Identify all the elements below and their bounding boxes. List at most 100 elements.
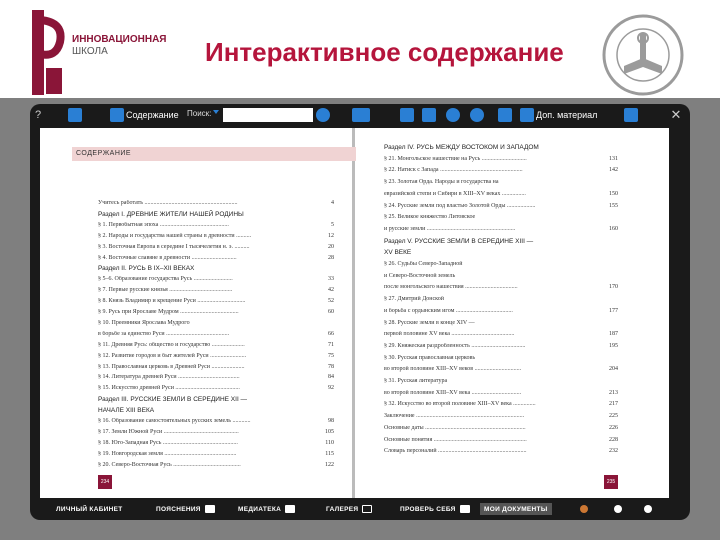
left-toc-line[interactable]: Раздел III. РУССКИЕ ЗЕМЛИ В СЕРЕДИНЕ XII… bbox=[98, 396, 318, 403]
right-toc-line[interactable]: § 23. Золотая Орда. Народы и государства… bbox=[384, 179, 602, 185]
right-toc-line[interactable]: и борьба с ордынским игом ..............… bbox=[384, 308, 602, 314]
search-dropdown-icon[interactable] bbox=[213, 110, 219, 114]
left-toc-page-number: 105 bbox=[325, 428, 334, 435]
left-toc-line[interactable]: § 4. Восточные славяне в древности .....… bbox=[98, 255, 318, 261]
right-toc-page-number: 217 bbox=[609, 401, 618, 408]
left-toc-page-number: 42 bbox=[328, 287, 334, 294]
right-toc-line[interactable]: евразийской степи и Сибири в XIII–XV век… bbox=[384, 191, 602, 197]
back-arrow-icon[interactable] bbox=[68, 108, 82, 122]
right-toc-line[interactable]: Раздел IV. РУСЬ МЕЖДУ ВОСТОКОМ И ЗАПАДОМ bbox=[384, 144, 602, 151]
left-toc-page-number: 28 bbox=[328, 254, 334, 261]
left-toc-line[interactable]: § 11. Древняя Русь: общество и государст… bbox=[98, 342, 318, 348]
right-toc-line[interactable]: Словарь персоналий .....................… bbox=[384, 448, 602, 454]
contents-icon[interactable] bbox=[110, 108, 124, 122]
right-toc-page-number: 142 bbox=[609, 167, 618, 174]
left-toc-line[interactable]: § 16. Образование самостоятельных русски… bbox=[98, 418, 318, 424]
right-toc-line[interactable]: § 29. Княжеская раздробленность ........… bbox=[384, 343, 602, 349]
right-toc-line[interactable]: § 28. Русские земли в конце XIV — bbox=[384, 320, 602, 326]
toc-title: СОДЕРЖАНИЕ bbox=[76, 150, 132, 157]
right-toc-line[interactable]: после монгольского нашествия ...........… bbox=[384, 284, 602, 290]
left-toc-line[interactable]: § 13. Православная церковь в Древней Рус… bbox=[98, 364, 318, 370]
left-toc-line[interactable]: § 20. Северо-Восточная Русь ............… bbox=[98, 462, 318, 468]
right-toc-page-number: 177 bbox=[609, 307, 618, 314]
right-toc-line[interactable]: § 30. Русская православная церковь bbox=[384, 355, 602, 361]
fullscreen-icon[interactable] bbox=[498, 108, 512, 122]
left-toc-line[interactable]: § 15. Искусство древней Руси ...........… bbox=[98, 385, 318, 391]
left-toc-line[interactable]: § 1. Первобытная эпоха .................… bbox=[98, 222, 318, 228]
bookmarks-icon[interactable] bbox=[352, 108, 370, 122]
right-toc-line[interactable]: Заключение .............................… bbox=[384, 413, 602, 419]
right-toc-line[interactable]: XV ВЕКЕ bbox=[384, 249, 602, 256]
right-toc-line[interactable]: § 31. Русская литература bbox=[384, 378, 602, 384]
personal-cabinet-button[interactable]: ЛИЧНЫЙ КАБИНЕТ bbox=[56, 503, 123, 515]
help-button[interactable]: ? bbox=[32, 107, 44, 123]
right-toc-line[interactable]: § 27. Дмитрий Донской bbox=[384, 296, 602, 302]
forward-arrow-icon[interactable] bbox=[624, 108, 638, 122]
right-toc-page-number: 225 bbox=[609, 413, 618, 420]
right-toc-page-number: 195 bbox=[609, 342, 618, 349]
right-toc-line[interactable]: Основные понятия .......................… bbox=[384, 437, 602, 443]
left-toc-line[interactable]: Раздел I. ДРЕВНИЕ ЖИТЕЛИ НАШЕЙ РОДИНЫ bbox=[98, 211, 318, 218]
left-toc-line[interactable]: Учитесь работать .......................… bbox=[98, 200, 318, 206]
right-toc-line[interactable]: во второй половине XIII–XV века ........… bbox=[384, 390, 602, 396]
left-toc-line[interactable]: НАЧАЛЕ XIII ВЕКА bbox=[98, 407, 318, 414]
brand-name: ИННОВАЦИОННАЯ ШКОЛА bbox=[72, 34, 166, 58]
right-toc-page-number: 150 bbox=[609, 190, 618, 197]
left-toc-page-number: 60 bbox=[328, 309, 334, 315]
gallery-icon bbox=[362, 505, 373, 513]
left-toc-line[interactable]: § 19. Новгородская земля ...............… bbox=[98, 451, 318, 457]
search-input[interactable] bbox=[223, 108, 313, 122]
zoom-in-icon[interactable] bbox=[446, 108, 460, 122]
contents-button[interactable]: Содержание bbox=[126, 107, 179, 123]
left-toc-page-number: 52 bbox=[328, 298, 334, 305]
close-icon[interactable]: ✕ bbox=[668, 107, 684, 123]
right-toc-page-number: 131 bbox=[609, 155, 618, 162]
extra-material-button[interactable]: Доп. материал bbox=[536, 107, 606, 123]
right-toc-line[interactable]: Раздел V. РУССКИЕ ЗЕМЛИ В СЕРЕДИНЕ XIII … bbox=[384, 238, 602, 245]
check-yourself-button[interactable]: ПРОВЕРЬ СЕБЯ bbox=[400, 503, 470, 515]
right-toc-line[interactable]: § 21. Монгольское нашествие на Русь ....… bbox=[384, 156, 602, 162]
left-toc-line[interactable]: § 14. Литература древней Руси ..........… bbox=[98, 374, 318, 380]
left-toc-line[interactable]: § 17. Земли Южной Руси .................… bbox=[98, 429, 318, 435]
left-toc-line[interactable]: § 10. Преемники Ярослава Мудрого bbox=[98, 320, 318, 326]
right-toc-page-number: 160 bbox=[609, 225, 618, 232]
right-toc-line[interactable]: во второй половине XIII–XV веков .......… bbox=[384, 366, 602, 372]
left-toc-line[interactable]: § 2. Народы и государства нашей страны в… bbox=[98, 233, 318, 239]
my-documents-button[interactable]: МОИ ДОКУМЕНТЫ bbox=[480, 503, 552, 515]
gallery-button[interactable]: ГАЛЕРЕЯ bbox=[326, 503, 373, 515]
check-icon bbox=[459, 505, 470, 513]
right-toc-line[interactable]: и русские земли ........................… bbox=[384, 226, 602, 232]
right-toc-page-number: 187 bbox=[609, 331, 618, 338]
right-toc-line[interactable]: § 22. Натиск с Запада ..................… bbox=[384, 167, 602, 173]
right-toc-line[interactable]: § 32. Искусство во второй половине XIII–… bbox=[384, 401, 602, 407]
explanations-button[interactable]: ПОЯСНЕНИЯ bbox=[156, 503, 215, 515]
right-toc-line[interactable]: § 26. Судьбы Северо-Западной bbox=[384, 261, 602, 267]
media-library-button[interactable]: МЕДИАТЕКА bbox=[238, 503, 296, 515]
left-toc-page-number: 12 bbox=[328, 232, 334, 239]
left-toc-line[interactable]: Раздел II. РУСЬ В IX–XII ВЕКАХ bbox=[98, 265, 318, 272]
left-toc-line[interactable]: § 12. Развитие городов и быт жителей Рус… bbox=[98, 353, 318, 359]
extra-material-icon[interactable] bbox=[520, 108, 534, 122]
right-toc-line[interactable]: § 24. Русские земли под властью Золотой … bbox=[384, 203, 602, 209]
left-toc-line[interactable]: в борьбе за единство Руси ..............… bbox=[98, 331, 318, 337]
left-toc-line[interactable]: § 9. Русь при Ярославе Мудром ..........… bbox=[98, 309, 318, 315]
left-toc-line[interactable]: § 18. Юго-Западная Русь ................… bbox=[98, 440, 318, 446]
left-toc-line[interactable]: § 5–6. Образование государства Русь ....… bbox=[98, 276, 318, 282]
search-icon[interactable] bbox=[316, 108, 330, 122]
marker-icon[interactable] bbox=[580, 505, 588, 513]
left-toc-line[interactable]: § 3. Восточная Европа в середине I тысяч… bbox=[98, 244, 318, 250]
right-toc-line[interactable]: первой половине XV века ................… bbox=[384, 331, 602, 337]
check-yourself-label: ПРОВЕРЬ СЕБЯ bbox=[400, 505, 456, 513]
left-toc-line[interactable]: § 8. Князь Владимир и крещение Руси ....… bbox=[98, 298, 318, 304]
left-toc-page-number: 110 bbox=[325, 439, 334, 446]
right-toc-line[interactable]: Основные даты ..........................… bbox=[384, 425, 602, 431]
right-toc-line[interactable]: и Северо-Восточной земель bbox=[384, 273, 602, 279]
right-toc-page-number: 155 bbox=[609, 202, 618, 209]
zoom-out-icon[interactable] bbox=[470, 108, 484, 122]
pen-icon[interactable] bbox=[644, 505, 652, 513]
right-toc-line[interactable]: § 25. Великое княжество Литовское bbox=[384, 214, 602, 220]
note-icon[interactable] bbox=[614, 505, 622, 513]
two-page-icon[interactable] bbox=[422, 108, 436, 122]
left-toc-line[interactable]: § 7. Первые русские князья .............… bbox=[98, 287, 318, 293]
single-page-icon[interactable] bbox=[400, 108, 414, 122]
